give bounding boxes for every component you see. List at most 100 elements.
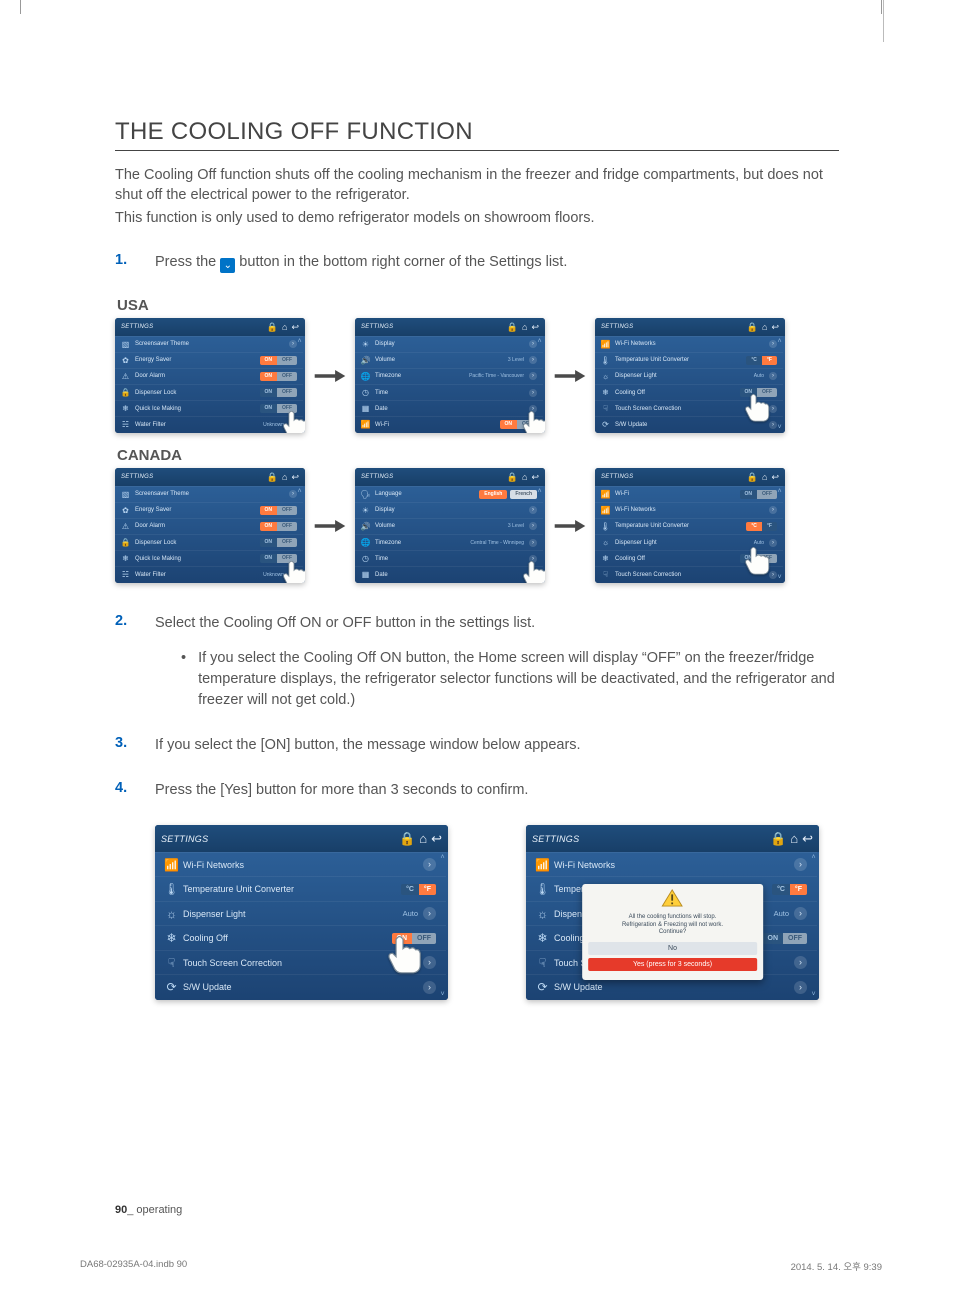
wifi-toggle[interactable]: ONOFF	[740, 490, 778, 499]
energy-saver-toggle[interactable]: ONOFF	[260, 356, 298, 365]
row-sw-update[interactable]: ⟳S/W Update›	[155, 974, 446, 999]
back-icon[interactable]: ↩	[771, 473, 779, 482]
row-screensaver-theme[interactable]: ▧Screensaver Theme›	[115, 486, 303, 502]
row-date[interactable]: ▦Date›	[355, 566, 543, 582]
scroll-down-icon[interactable]: ˅	[297, 424, 301, 431]
lang-english-pill[interactable]: English	[479, 490, 507, 499]
back-icon[interactable]: ↩	[431, 832, 442, 845]
back-icon[interactable]: ↩	[531, 323, 539, 332]
row-volume[interactable]: 🔊Volume3 Level›	[355, 352, 543, 368]
lock-icon[interactable]: 🔒	[507, 323, 518, 332]
lock-icon[interactable]: 🔒	[399, 832, 415, 845]
row-date[interactable]: ▦Date›	[355, 400, 543, 416]
lock-icon[interactable]: 🔒	[747, 473, 758, 482]
scroll-down-icon[interactable]: ˅	[811, 991, 815, 998]
cooling-off-toggle[interactable]: ONOFF	[763, 933, 808, 944]
back-icon[interactable]: ↩	[771, 323, 779, 332]
row-wifi-networks[interactable]: 📶Wi-Fi Networks›	[526, 852, 817, 877]
back-icon[interactable]: ↩	[291, 323, 299, 332]
row-sw-update[interactable]: ⟳S/W Update›	[595, 416, 783, 432]
row-quick-ice-making[interactable]: ❄Quick Ice MakingONOFF	[115, 400, 303, 416]
cooling-off-toggle[interactable]: ONOFF	[392, 933, 437, 944]
row-time[interactable]: ◷Time›	[355, 384, 543, 400]
lock-icon[interactable]: 🔒	[507, 473, 518, 482]
temp-unit-toggle[interactable]: °C°F	[746, 522, 777, 531]
lock-icon[interactable]: 🔒	[267, 323, 278, 332]
quick-ice-toggle[interactable]: ONOFF	[260, 554, 298, 563]
quick-ice-toggle[interactable]: ONOFF	[260, 404, 298, 413]
lock-icon[interactable]: 🔒	[747, 323, 758, 332]
home-icon[interactable]: ⌂	[790, 832, 798, 845]
row-cooling-off[interactable]: ❄Cooling OffONOFF	[595, 384, 783, 400]
row-touch-screen-correction[interactable]: ☟Touch Screen Correction›	[595, 400, 783, 416]
row-wifi[interactable]: 📶Wi-FiONOFF	[355, 416, 543, 432]
row-wifi-networks[interactable]: 📶Wi-Fi Networks›	[595, 336, 783, 352]
row-door-alarm[interactable]: ⚠Door AlarmONOFF	[115, 518, 303, 534]
modal-yes-button[interactable]: Yes (press for 3 seconds)	[588, 958, 758, 971]
row-language[interactable]: 🗣LanguageEnglishFrench	[355, 486, 543, 502]
row-dispenser-lock[interactable]: 🔒Dispenser LockONOFF	[115, 384, 303, 400]
home-icon[interactable]: ⌂	[762, 323, 767, 332]
row-dispenser-light[interactable]: ☼Dispenser LightAuto›	[155, 901, 446, 926]
row-cooling-off[interactable]: ❄Cooling OffONOFF	[155, 925, 446, 950]
row-wifi-networks[interactable]: 📶Wi-Fi Networks›	[595, 502, 783, 518]
row-water-filter[interactable]: ☵Water FilterUnknown›	[115, 416, 303, 432]
back-icon[interactable]: ↩	[802, 832, 813, 845]
home-icon[interactable]: ⌂	[282, 323, 287, 332]
scroll-up-icon[interactable]: ˄	[297, 488, 301, 495]
home-icon[interactable]: ⌂	[419, 832, 427, 845]
row-quick-ice-making[interactable]: ❄Quick Ice MakingONOFF	[115, 550, 303, 566]
row-timezone[interactable]: 🌐TimezonePacific Time - Vancouver›	[355, 368, 543, 384]
row-temp-unit-converter[interactable]: 🌡Temperature Unit Converter°C°F	[595, 352, 783, 368]
scroll-down-icon[interactable]: ˅	[537, 574, 541, 581]
row-dispenser-lock[interactable]: 🔒Dispenser LockONOFF	[115, 534, 303, 550]
home-icon[interactable]: ⌂	[522, 323, 527, 332]
row-screensaver-theme[interactable]: ▧Screensaver Theme›	[115, 336, 303, 352]
scroll-up-icon[interactable]: ˄	[537, 488, 541, 495]
lock-icon[interactable]: 🔒	[770, 832, 786, 845]
modal-no-button[interactable]: No	[588, 942, 758, 955]
cooling-off-toggle[interactable]: ONOFF	[740, 554, 778, 563]
row-time[interactable]: ◷Time›	[355, 550, 543, 566]
scroll-down-icon[interactable]: ˅	[777, 574, 781, 581]
row-energy-saver[interactable]: ✿Energy SaverONOFF	[115, 502, 303, 518]
row-touch-screen-correction[interactable]: ☟Touch Screen Correction›	[155, 950, 446, 975]
dispenser-lock-toggle[interactable]: ONOFF	[260, 538, 298, 547]
temp-unit-toggle[interactable]: °C°F	[772, 884, 807, 895]
row-cooling-off[interactable]: ❄Cooling OffONOFF	[595, 550, 783, 566]
row-temp-unit-converter[interactable]: 🌡Temperature Unit Converter°C°F	[595, 518, 783, 534]
row-energy-saver[interactable]: ✿Energy SaverONOFF	[115, 352, 303, 368]
row-display[interactable]: ☀Display›	[355, 502, 543, 518]
row-dispenser-light[interactable]: ☼Dispenser LightAuto›	[595, 368, 783, 384]
lang-french-pill[interactable]: French	[510, 490, 537, 499]
energy-saver-toggle[interactable]: ONOFF	[260, 506, 298, 515]
scroll-up-icon[interactable]: ˄	[777, 338, 781, 345]
scroll-down-icon[interactable]: ˅	[440, 991, 444, 998]
row-dispenser-light[interactable]: ☼Dispenser LightAuto›	[595, 534, 783, 550]
row-wifi-networks[interactable]: 📶Wi-Fi Networks›	[155, 852, 446, 877]
scroll-up-icon[interactable]: ˄	[777, 488, 781, 495]
wifi-toggle[interactable]: ONOFF	[500, 420, 538, 429]
row-water-filter[interactable]: ☵Water FilterUnknown›	[115, 566, 303, 582]
row-wifi[interactable]: 📶Wi-FiONOFF	[595, 486, 783, 502]
row-door-alarm[interactable]: ⚠Door AlarmONOFF	[115, 368, 303, 384]
home-icon[interactable]: ⌂	[522, 473, 527, 482]
scroll-up-icon[interactable]: ˄	[811, 854, 815, 861]
dispenser-lock-toggle[interactable]: ONOFF	[260, 388, 298, 397]
row-temp-unit-converter[interactable]: 🌡Temperature Unit Converter°C°F	[155, 876, 446, 901]
home-icon[interactable]: ⌂	[282, 473, 287, 482]
row-volume[interactable]: 🔊Volume3 Level›	[355, 518, 543, 534]
row-touch-screen-correction[interactable]: ☟Touch Screen Correction›	[595, 566, 783, 582]
scroll-down-icon[interactable]: ˅	[537, 424, 541, 431]
scroll-up-icon[interactable]: ˄	[297, 338, 301, 345]
home-icon[interactable]: ⌂	[762, 473, 767, 482]
scroll-down-icon[interactable]: ˅	[297, 574, 301, 581]
temp-unit-toggle[interactable]: °C°F	[401, 884, 436, 895]
lock-icon[interactable]: 🔒	[267, 473, 278, 482]
scroll-up-icon[interactable]: ˄	[537, 338, 541, 345]
temp-unit-toggle[interactable]: °C°F	[746, 356, 777, 365]
door-alarm-toggle[interactable]: ONOFF	[260, 372, 298, 381]
row-display[interactable]: ☀Display›	[355, 336, 543, 352]
back-icon[interactable]: ↩	[531, 473, 539, 482]
scroll-up-icon[interactable]: ˄	[440, 854, 444, 861]
